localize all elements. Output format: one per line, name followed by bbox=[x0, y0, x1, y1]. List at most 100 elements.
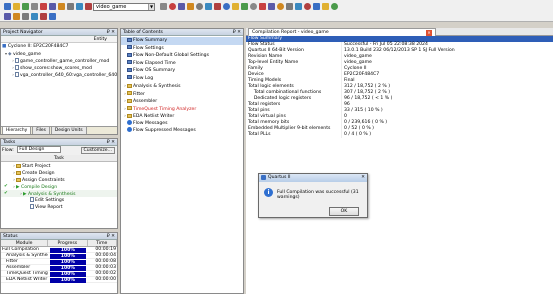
toolbar-tool-icon[interactable] bbox=[178, 3, 185, 10]
toolbar-tool-icon[interactable] bbox=[286, 3, 293, 10]
document-icon bbox=[30, 197, 34, 202]
info-icon: i bbox=[264, 188, 273, 197]
task-item[interactable]: View Report bbox=[1, 204, 117, 211]
toolbar-tool-icon[interactable] bbox=[313, 3, 320, 10]
toolbar-tool-icon[interactable] bbox=[67, 3, 74, 10]
report-key: Total PLLs bbox=[246, 132, 342, 138]
task-item[interactable]: Edit Settings bbox=[1, 197, 117, 204]
close-icon[interactable]: ₽ ✕ bbox=[233, 29, 241, 36]
close-icon[interactable]: ✕ bbox=[361, 174, 365, 182]
toc-item[interactable]: Flow Non-Default Global Settings bbox=[121, 52, 243, 60]
toolbar-tool-icon[interactable] bbox=[295, 3, 302, 10]
toc-panel: Table of Contents ₽ ✕ Flow Summary Flow Se… bbox=[120, 28, 244, 294]
toc-item[interactable]: Flow Log bbox=[121, 75, 243, 83]
hierarchy-item[interactable]: › show_scores:show_scores_mod bbox=[1, 64, 117, 71]
toc-item[interactable]: › TimeQuest Timing Analyzer bbox=[121, 105, 243, 113]
toolbar-tool-icon[interactable] bbox=[13, 3, 20, 10]
toolbar-tool-icon[interactable] bbox=[232, 3, 239, 10]
toolbar-tool-icon[interactable] bbox=[58, 3, 65, 10]
toolbar-tool-icon[interactable] bbox=[31, 3, 38, 10]
tab-compilation-report[interactable]: Compilation Report - video_game ✕ bbox=[248, 28, 436, 36]
file-icon bbox=[15, 58, 19, 63]
time-col-header[interactable]: Time bbox=[88, 240, 117, 246]
close-icon[interactable]: ₽ ✕ bbox=[107, 29, 115, 36]
task-item[interactable]: ✔ ›▶Compile Design bbox=[1, 183, 117, 190]
close-icon[interactable]: ₽ ✕ bbox=[107, 233, 115, 240]
hierarchy-item[interactable]: › vga_controller_640_60:vga_controller_64… bbox=[1, 71, 117, 78]
customize-button[interactable]: Customize... bbox=[80, 147, 115, 154]
toc-item[interactable]: Flow Messages bbox=[121, 119, 243, 128]
status-panel: Status ₽ ✕ Module Progress Time Full Comp… bbox=[0, 232, 118, 294]
toolbar-tool-icon[interactable] bbox=[76, 3, 83, 10]
toc-item[interactable]: Flow Summary bbox=[121, 37, 243, 45]
toolbar-tool-icon[interactable] bbox=[22, 13, 29, 20]
report-row[interactable]: Total PLLs 0 / 4 ( 0 % ) bbox=[246, 132, 553, 138]
toolbar-tool-icon[interactable] bbox=[259, 3, 266, 10]
toolbar-tool-icon[interactable] bbox=[187, 3, 194, 10]
progress-bar: 100% bbox=[50, 277, 86, 283]
toolbar-tool-icon[interactable] bbox=[13, 13, 20, 20]
toolbar-tool-icon[interactable] bbox=[223, 3, 230, 10]
toolbar-tool-icon[interactable] bbox=[196, 3, 203, 10]
toolbar-tool-icon[interactable] bbox=[241, 3, 248, 10]
toolbar-tool-icon[interactable] bbox=[331, 3, 338, 10]
status-module: Analysis & Synthesis bbox=[6, 253, 48, 258]
toolbar-tool-icon[interactable] bbox=[22, 3, 29, 10]
table-icon bbox=[127, 75, 132, 79]
toolbar-tool-icon[interactable] bbox=[49, 3, 56, 10]
status-module: Full Compilation bbox=[2, 247, 39, 252]
project-combo[interactable]: video_game ▼ bbox=[93, 3, 155, 11]
status-module: TimeQuest Timing Analyzer bbox=[6, 271, 48, 276]
toolbar-tool-icon[interactable] bbox=[49, 13, 56, 20]
status-row[interactable]: EDA Netlist Writer 100% 00:00:00 bbox=[1, 277, 117, 283]
task-column-header[interactable]: Task bbox=[54, 156, 64, 161]
toolbar-tool-icon[interactable] bbox=[322, 3, 329, 10]
toolbar-tool-icon[interactable] bbox=[40, 13, 47, 20]
device-label[interactable]: Cyclone II: EP2C20F484C7 bbox=[8, 44, 69, 49]
project-navigator-title: Project Navigator bbox=[3, 30, 43, 35]
toolbar-tool-icon[interactable] bbox=[85, 3, 92, 10]
flow-select[interactable]: Full Design bbox=[17, 146, 62, 153]
toolbar-tool-icon[interactable] bbox=[160, 3, 167, 10]
tab-hierarchy[interactable]: Hierarchy bbox=[2, 127, 32, 134]
toolbar-tool-icon[interactable] bbox=[277, 3, 284, 10]
toc-item[interactable]: Flow OS Summary bbox=[121, 67, 243, 75]
progress-bar: 100% bbox=[50, 271, 86, 277]
toolbar-tool-icon[interactable] bbox=[205, 3, 212, 10]
folder-icon bbox=[16, 177, 21, 182]
ok-button[interactable]: OK bbox=[329, 207, 359, 216]
toolbar-tool-icon[interactable] bbox=[4, 13, 11, 20]
toolbar-tool-icon[interactable] bbox=[31, 13, 38, 20]
hierarchy-item[interactable]: › game_controller_game_controller_mod bbox=[1, 57, 117, 64]
status-module: Fitter bbox=[6, 259, 18, 264]
toc-item-label: Flow Log bbox=[133, 75, 154, 81]
module-col-header[interactable]: Module bbox=[1, 240, 49, 246]
folder-icon bbox=[127, 83, 132, 88]
task-item[interactable]: ✔ ›▶Analysis & Synthesis bbox=[1, 190, 117, 197]
entity-column-header[interactable]: Entity bbox=[94, 37, 107, 42]
hierarchy-item-label: vga_controller_640_60:vga_controller_640… bbox=[20, 73, 118, 78]
task-item[interactable]: › Start Project bbox=[1, 162, 117, 169]
close-icon[interactable]: ₽ ✕ bbox=[107, 139, 115, 146]
toolbar-tool-icon[interactable] bbox=[250, 3, 257, 10]
toc-item[interactable]: Flow Settings bbox=[121, 45, 243, 53]
toolbar-tool-icon[interactable] bbox=[268, 3, 275, 10]
toc-item[interactable]: Flow Suppressed Messages bbox=[121, 127, 243, 135]
toolbar-tool-icon[interactable] bbox=[4, 3, 11, 10]
chevron-down-icon[interactable]: ▼ bbox=[148, 4, 154, 10]
progress-col-header[interactable]: Progress bbox=[48, 240, 88, 246]
quartus-icon bbox=[261, 175, 266, 180]
toolbar-tool-icon[interactable] bbox=[169, 3, 176, 10]
toc-item[interactable]: › Fitter bbox=[121, 90, 243, 98]
tab-files[interactable]: Files bbox=[32, 127, 50, 134]
toc-item[interactable]: Flow Elapsed Time bbox=[121, 60, 243, 68]
toc-item[interactable]: › Assembler bbox=[121, 97, 243, 105]
toolbar-tool-icon[interactable] bbox=[214, 3, 221, 10]
task-item[interactable]: › Assign Constraints bbox=[1, 176, 117, 183]
task-item[interactable]: › Create Design bbox=[1, 169, 117, 176]
toc-item[interactable]: › Analysis & Synthesis bbox=[121, 82, 243, 90]
tab-design-units[interactable]: Design Units bbox=[50, 127, 87, 134]
toolbar-tool-icon[interactable] bbox=[304, 3, 311, 10]
toolbar-tool-icon[interactable] bbox=[40, 3, 47, 10]
toc-item[interactable]: › EDA Netlist Writer bbox=[121, 112, 243, 120]
